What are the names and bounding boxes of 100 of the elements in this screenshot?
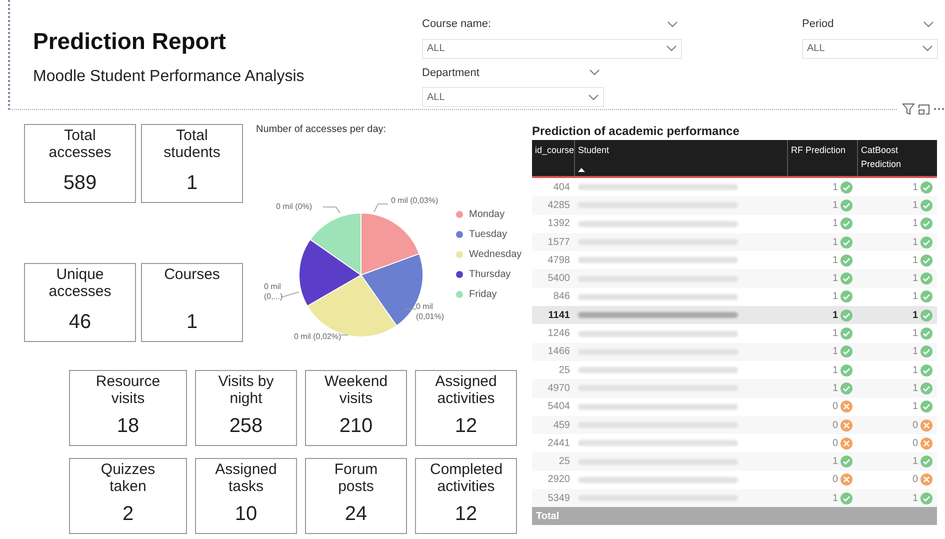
kpi-value: 589 [63, 172, 97, 194]
table-cell-text: 1 [832, 327, 838, 342]
column-header[interactable]: Student [578, 144, 784, 158]
kpi-value: 1 [186, 172, 198, 194]
column-header[interactable]: id_course [535, 144, 571, 158]
table-cell-text: 1 [832, 308, 838, 323]
table-row[interactable]: 1141 1 1 [532, 306, 937, 324]
table-cell-text: 0 [912, 473, 918, 488]
table-cell-text: 1 [912, 308, 918, 323]
table-cell-text: 4798 [546, 254, 571, 268]
legend-label: Friday [469, 288, 497, 302]
column-header[interactable]: CatBoost Prediction [861, 144, 934, 171]
table-cell-text: 5404 [546, 400, 571, 414]
table-cell-text: 1 [832, 236, 838, 250]
more-icon[interactable] [933, 107, 945, 111]
table-row[interactable]: 1466 1 1 [532, 342, 937, 361]
filter-dropdown[interactable]: ALL [422, 87, 604, 107]
filter-label: Department [422, 66, 480, 80]
filter-label: Course name: [422, 17, 492, 32]
table-cell-text: 1 [832, 217, 838, 232]
table-cell-text: 1141 [547, 308, 571, 323]
table-cell-text: 1 [912, 455, 918, 470]
table-row[interactable]: 1577 1 1 [532, 232, 937, 252]
report-title: Prediction Report [33, 27, 227, 56]
table-row[interactable]: 4285 1 1 [532, 196, 937, 215]
table-cell-text: 846 [552, 290, 571, 304]
table-cell-text: 2441 [546, 436, 571, 451]
chevron-down-icon [923, 20, 934, 28]
legend-label: Wednesday [469, 248, 522, 262]
table-row[interactable]: 5349 1 1 [532, 489, 937, 508]
slice-label: 0 mil (0,02%) [294, 332, 342, 341]
table-cell-text: 1 [912, 236, 918, 250]
chevron-down-icon [922, 45, 933, 52]
kpi-value: 24 [344, 503, 368, 525]
table-cell-text: 5400 [546, 272, 571, 286]
table-cell-text: 0 [912, 418, 918, 432]
table-cell-text: 1 [832, 492, 838, 506]
table-row[interactable]: 25 1 1 [532, 452, 937, 471]
leader-line [340, 334, 348, 336]
legend-label: Thursday [469, 268, 511, 282]
table-cell-text: 0 [912, 436, 918, 451]
table-cell-text: 1 [832, 290, 838, 304]
expand-icon[interactable] [918, 104, 930, 114]
column-header[interactable]: RF Prediction [791, 144, 854, 158]
filter-label: Period [802, 17, 834, 32]
kpi-label: Weekend visits [323, 373, 389, 407]
table-title: Prediction of academic performance [532, 123, 740, 140]
table-cell-text: 1 [912, 364, 918, 378]
legend-label: Monday [469, 208, 505, 222]
kpi-value: 210 [339, 415, 373, 437]
kpi-label: Resource visits [94, 373, 162, 407]
table-cell-text: 1 [832, 345, 838, 360]
table-cell-text: 4285 [546, 198, 571, 213]
chevron-down-icon [667, 20, 678, 28]
table-cell-text: 1392 [546, 217, 571, 232]
table-cell-text: 1 [832, 382, 838, 396]
leader-line [406, 308, 416, 310]
kpi-value: 18 [116, 415, 140, 437]
table-cell-text: 1 [832, 364, 838, 378]
chart-title: Number of accesses per day: [256, 123, 388, 137]
leader-line [322, 206, 340, 214]
table-row[interactable]: 459 0 0 [532, 416, 937, 434]
table-cell-text: 1 [912, 180, 918, 195]
table-cell-text: 1 [832, 455, 838, 470]
kpi-label: Visits by night [217, 373, 275, 407]
slice-label: 0 mil (0%) [276, 202, 312, 211]
total-label: Total [535, 510, 560, 524]
kpi-label: Assigned activities [434, 373, 498, 407]
kpi-label: Assigned tasks [214, 461, 278, 495]
table-cell-text: 1 [832, 180, 838, 195]
filter-dropdown[interactable]: ALL [422, 38, 682, 58]
table-cell-text: 1577 [546, 236, 571, 250]
filter-dropdown[interactable]: ALL [802, 38, 938, 58]
kpi-label: Total accesses [48, 127, 112, 161]
table-cell-text: 0 [832, 418, 838, 432]
table-cell-text: 1 [912, 272, 918, 286]
table-cell-text: 1 [912, 382, 918, 396]
table-cell-text: 1466 [546, 345, 571, 360]
filter-icon[interactable] [902, 103, 915, 115]
legend-label: Tuesday [469, 228, 507, 242]
leader-line [374, 204, 388, 212]
table-row[interactable]: 4970 1 1 [532, 379, 937, 398]
kpi-label: Quizzes taken [100, 461, 156, 495]
table-cell-text: 1 [912, 345, 918, 360]
kpi-value: 2 [122, 503, 134, 525]
table-cell-text: 1 [912, 290, 918, 304]
table-row[interactable]: 5400 1 1 [532, 269, 937, 288]
report-subtitle: Moodle Student Performance Analysis [33, 66, 306, 86]
table-cell-text: 459 [552, 418, 571, 432]
slice-label: 0 mil (0,01%) [416, 302, 444, 321]
kpi-value: 1 [186, 311, 198, 333]
table-cell-text: 1 [832, 254, 838, 268]
slice-label: 0 mil (0,...) [264, 282, 283, 301]
sort-icon[interactable] [578, 168, 585, 172]
leader-line [282, 292, 300, 298]
table-cell-text: 5349 [546, 492, 571, 506]
table-cell-text: 25 [558, 455, 571, 470]
kpi-label: Courses [163, 266, 221, 283]
kpi-value: 46 [68, 311, 92, 333]
kpi-value: 258 [229, 415, 263, 437]
